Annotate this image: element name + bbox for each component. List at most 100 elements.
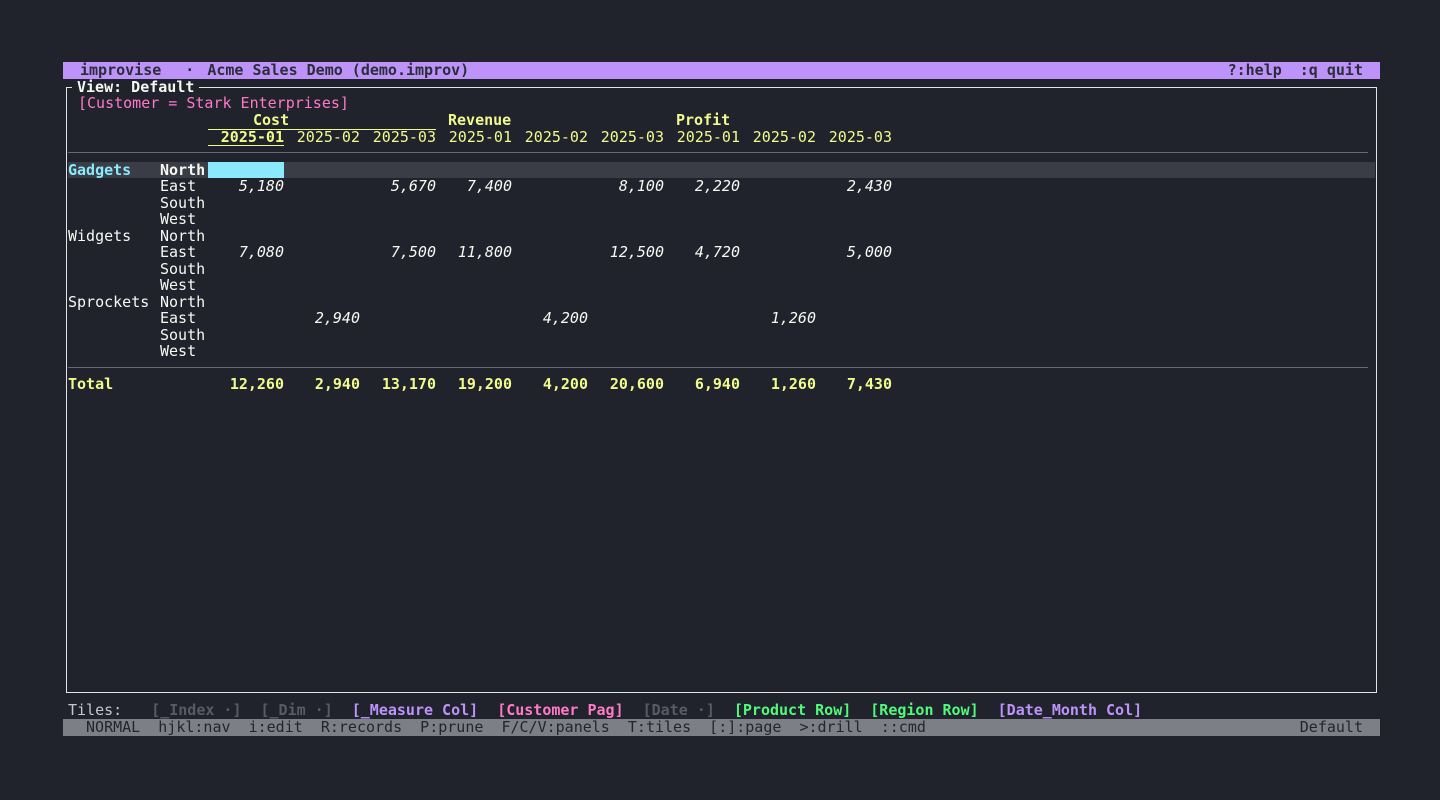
- region-label[interactable]: East: [160, 178, 208, 195]
- region-label[interactable]: West: [160, 277, 208, 294]
- tile-date-month-col[interactable]: [Date_Month Col]: [998, 702, 1143, 719]
- value-cell[interactable]: [512, 228, 588, 245]
- value-cell[interactable]: [208, 228, 284, 245]
- cell-cursor[interactable]: [208, 162, 284, 179]
- value-cell[interactable]: [664, 343, 740, 360]
- product-label[interactable]: [68, 244, 160, 261]
- column-header-month[interactable]: 2025-01: [436, 129, 512, 147]
- value-cell[interactable]: [816, 211, 892, 228]
- value-cell[interactable]: 11,800: [436, 244, 512, 261]
- value-cell[interactable]: [588, 310, 664, 327]
- total-value-cell[interactable]: 13,170: [360, 376, 436, 393]
- value-cell[interactable]: [512, 178, 588, 195]
- value-cell[interactable]: [284, 228, 360, 245]
- value-cell[interactable]: [816, 195, 892, 212]
- region-label[interactable]: South: [160, 261, 208, 278]
- value-cell[interactable]: [284, 343, 360, 360]
- value-cell[interactable]: [208, 277, 284, 294]
- value-cell[interactable]: [436, 228, 512, 245]
- value-cell[interactable]: 4,200: [512, 310, 588, 327]
- value-cell[interactable]: [284, 178, 360, 195]
- product-label[interactable]: [68, 178, 160, 195]
- value-cell[interactable]: [284, 261, 360, 278]
- product-label[interactable]: [68, 211, 160, 228]
- total-value-cell[interactable]: 1,260: [740, 376, 816, 393]
- value-cell[interactable]: [512, 277, 588, 294]
- column-header-month[interactable]: 2025-02: [284, 129, 360, 147]
- value-cell[interactable]: 1,260: [740, 310, 816, 327]
- value-cell[interactable]: [512, 261, 588, 278]
- value-cell[interactable]: [740, 261, 816, 278]
- value-cell[interactable]: [740, 178, 816, 195]
- value-cell[interactable]: [208, 327, 284, 344]
- value-cell[interactable]: [436, 310, 512, 327]
- value-cell[interactable]: [208, 310, 284, 327]
- value-cell[interactable]: [284, 294, 360, 311]
- value-cell[interactable]: [664, 228, 740, 245]
- column-header-month[interactable]: 2025-01: [664, 129, 740, 147]
- value-cell[interactable]: [664, 327, 740, 344]
- region-label[interactable]: South: [160, 327, 208, 344]
- value-cell[interactable]: 2,220: [664, 178, 740, 195]
- product-label[interactable]: [68, 310, 160, 327]
- region-label[interactable]: North: [160, 162, 208, 179]
- value-cell[interactable]: [284, 244, 360, 261]
- value-cell[interactable]: [512, 244, 588, 261]
- tile-measure-col[interactable]: [_Measure Col]: [352, 702, 478, 719]
- value-cell[interactable]: [664, 195, 740, 212]
- product-label[interactable]: Sprockets: [68, 294, 160, 311]
- value-cell[interactable]: 7,500: [360, 244, 436, 261]
- value-cell[interactable]: [740, 228, 816, 245]
- value-cell[interactable]: 2,940: [284, 310, 360, 327]
- value-cell[interactable]: [816, 261, 892, 278]
- value-cell[interactable]: [436, 277, 512, 294]
- column-header-month[interactable]: 2025-03: [360, 129, 436, 147]
- tile-region-row[interactable]: [Region Row]: [870, 702, 978, 719]
- tile-dim[interactable]: [_Dim ·]: [261, 702, 333, 719]
- value-cell[interactable]: [740, 294, 816, 311]
- total-value-cell[interactable]: 12,260: [208, 376, 284, 393]
- value-cell[interactable]: [284, 211, 360, 228]
- value-cell[interactable]: [436, 261, 512, 278]
- value-cell[interactable]: [208, 294, 284, 311]
- value-cell[interactable]: [740, 162, 816, 179]
- tile-date[interactable]: [Date ·]: [643, 702, 715, 719]
- value-cell[interactable]: [816, 327, 892, 344]
- value-cell[interactable]: [360, 343, 436, 360]
- value-cell[interactable]: [664, 277, 740, 294]
- region-label[interactable]: West: [160, 343, 208, 360]
- total-value-cell[interactable]: 7,430: [816, 376, 892, 393]
- value-cell[interactable]: [208, 261, 284, 278]
- value-cell[interactable]: [436, 211, 512, 228]
- value-cell[interactable]: [588, 343, 664, 360]
- value-cell[interactable]: [284, 277, 360, 294]
- value-cell[interactable]: [436, 343, 512, 360]
- region-label[interactable]: East: [160, 310, 208, 327]
- value-cell[interactable]: [360, 211, 436, 228]
- value-cell[interactable]: [284, 327, 360, 344]
- value-cell[interactable]: [512, 327, 588, 344]
- value-cell[interactable]: [436, 294, 512, 311]
- region-label[interactable]: North: [160, 294, 208, 311]
- value-cell[interactable]: [360, 310, 436, 327]
- value-cell[interactable]: 5,000: [816, 244, 892, 261]
- value-cell[interactable]: [588, 195, 664, 212]
- value-cell[interactable]: 2,430: [816, 178, 892, 195]
- value-cell[interactable]: [436, 327, 512, 344]
- value-cell[interactable]: [740, 277, 816, 294]
- measure-group-profit[interactable]: Profit: [664, 112, 892, 130]
- value-cell[interactable]: [588, 294, 664, 311]
- total-value-cell[interactable]: 2,940: [284, 376, 360, 393]
- value-cell[interactable]: [360, 327, 436, 344]
- column-header-month[interactable]: 2025-02: [512, 129, 588, 147]
- value-cell[interactable]: [284, 195, 360, 212]
- total-value-cell[interactable]: 20,600: [588, 376, 664, 393]
- product-label[interactable]: [68, 327, 160, 344]
- value-cell[interactable]: [588, 277, 664, 294]
- value-cell[interactable]: [360, 195, 436, 212]
- value-cell[interactable]: [740, 327, 816, 344]
- value-cell[interactable]: [512, 162, 588, 179]
- measure-group-revenue[interactable]: Revenue: [436, 112, 664, 130]
- filter-badge[interactable]: [Customer = Stark Enterprises]: [78, 95, 349, 111]
- value-cell[interactable]: [588, 211, 664, 228]
